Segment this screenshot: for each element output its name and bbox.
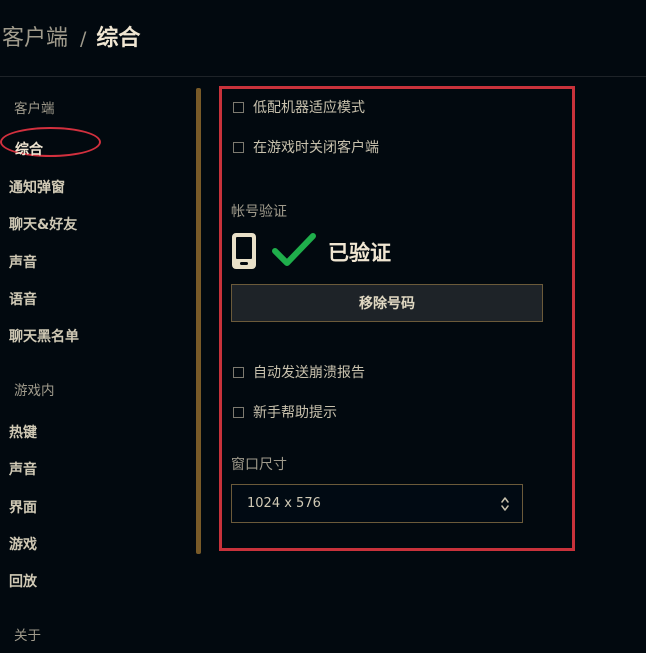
window-size-select[interactable]: 1024 x 576: [231, 484, 523, 523]
low-spec-mode-option[interactable]: 低配机器适应模式: [233, 97, 365, 117]
sidebar-item-notifications[interactable]: 通知弹窗: [9, 177, 65, 197]
newbie-tips-checkbox[interactable]: [233, 406, 244, 418]
breadcrumb: 客户端 / 综合: [2, 20, 140, 52]
newbie-tips-label: 新手帮助提示: [253, 405, 337, 421]
low-spec-mode-label: 低配机器适应模式: [253, 100, 365, 116]
phone-icon: [232, 233, 256, 269]
breadcrumb-current: 综合: [96, 26, 141, 51]
verified-status: 已验证: [328, 241, 391, 265]
sidebar-item-sound[interactable]: 声音: [9, 252, 37, 272]
sidebar-item-ingame-sound[interactable]: 声音: [9, 459, 37, 479]
checkmark-icon: [272, 233, 316, 266]
sidebar-header-client: 客户端: [14, 101, 55, 117]
window-size-value: 1024 x 576: [247, 496, 321, 511]
close-client-in-game-label: 在游戏时关闭客户端: [253, 140, 379, 156]
sidebar-item-general[interactable]: 综合: [15, 139, 43, 159]
account-verification-label: 帐号验证: [231, 204, 287, 220]
close-client-in-game-option[interactable]: 在游戏时关闭客户端: [233, 137, 379, 157]
breadcrumb-parent[interactable]: 客户端: [2, 20, 68, 52]
sidebar-header-ingame: 游戏内: [14, 383, 55, 399]
sidebar-item-chat-blocklist[interactable]: 聊天黑名单: [9, 326, 79, 346]
sidebar-item-replays[interactable]: 回放: [9, 571, 37, 591]
crash-report-checkbox[interactable]: [233, 366, 244, 378]
sidebar-item-voice[interactable]: 语音: [9, 289, 37, 309]
window-size-label: 窗口尺寸: [231, 457, 287, 473]
crash-report-option[interactable]: 自动发送崩溃报告: [233, 362, 365, 382]
sidebar-item-game[interactable]: 游戏: [9, 534, 37, 554]
crash-report-label: 自动发送崩溃报告: [253, 365, 365, 381]
sidebar-item-chat-friends[interactable]: 聊天&好友: [9, 214, 77, 234]
header-divider: [0, 76, 646, 77]
breadcrumb-separator: /: [80, 28, 87, 50]
sidebar-header-about[interactable]: 关于: [14, 624, 41, 644]
settings-page: 客户端 / 综合 客户端 综合 通知弹窗 聊天&好友 声音 语音 聊天黑名单 游…: [0, 0, 646, 653]
sidebar-item-interface[interactable]: 界面: [9, 497, 37, 517]
low-spec-mode-checkbox[interactable]: [233, 101, 244, 113]
select-arrows-icon: [501, 497, 509, 511]
close-client-in-game-checkbox[interactable]: [233, 141, 244, 153]
newbie-tips-option[interactable]: 新手帮助提示: [233, 402, 337, 422]
sidebar-divider: [196, 88, 201, 554]
sidebar-item-hotkeys[interactable]: 热键: [9, 422, 37, 442]
remove-number-button[interactable]: 移除号码: [231, 284, 543, 322]
